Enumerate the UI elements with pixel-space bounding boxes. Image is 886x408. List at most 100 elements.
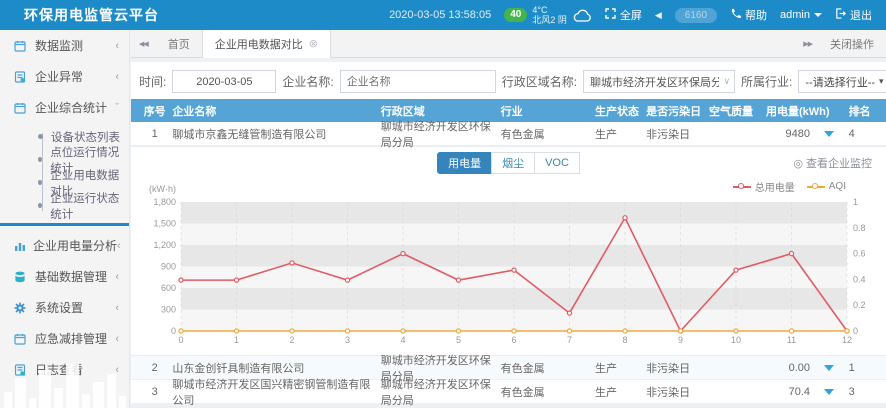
username-label: admin xyxy=(780,9,810,21)
tab-power-data-compare[interactable]: 企业用电数据对比 ⊗ xyxy=(202,30,331,58)
select-arrow-icon: ▾ xyxy=(879,76,884,87)
sidebar-item-company-abnormal[interactable]: 企业异常 ‹ xyxy=(0,61,129,92)
sidebar-submenu: 设备状态列表 点位运行情况统计 企业用电数据对比 企业运行状态统计 xyxy=(0,123,129,226)
col-header: 是否污染日 xyxy=(646,103,709,119)
app-title: 环保用电监管云平台 xyxy=(0,5,159,25)
chart-legend: 总用电量 AQI xyxy=(733,179,876,194)
chevron-left-icon: ‹ xyxy=(115,333,119,345)
tab-close-icon[interactable]: ⊗ xyxy=(309,37,318,50)
monitor-icon: ◎ xyxy=(793,157,803,170)
legend-item[interactable]: AQI xyxy=(807,181,846,192)
region-select-value: 聊城市经济开发区环保局分局 xyxy=(590,74,719,90)
cell-company-name: 聊城市经济开发区国兴精密钢管制造有限公司 xyxy=(172,376,380,408)
usage-chart: (kW·h) 总用电量AQI 03006009001,2001,5001,800… xyxy=(131,179,886,353)
bullet-dot-icon xyxy=(38,203,42,208)
svg-text:0.4: 0.4 xyxy=(853,274,866,284)
cell-pollution-day: 非污染日 xyxy=(646,384,709,400)
calendar-icon xyxy=(14,102,28,114)
expand-row-triangle-icon[interactable] xyxy=(824,389,834,395)
cell-pollution-day: 非污染日 xyxy=(646,126,709,142)
svg-text:6: 6 xyxy=(511,335,516,345)
svg-text:1,500: 1,500 xyxy=(153,219,176,229)
svg-text:9: 9 xyxy=(678,335,683,345)
svg-text:0: 0 xyxy=(171,326,176,336)
tab-label: 企业用电数据对比 xyxy=(215,36,303,52)
expand-row-triangle-icon[interactable] xyxy=(824,365,834,371)
col-header: 行政区域 xyxy=(381,103,501,119)
logout-icon xyxy=(835,8,846,22)
chart-tab-voc[interactable]: VOC xyxy=(534,152,580,174)
power-value: 0.00 xyxy=(766,362,810,374)
svg-text:0.2: 0.2 xyxy=(853,300,866,310)
sidebar-item-system-settings[interactable]: 系统设置 ‹ xyxy=(0,292,129,323)
time-filter-label: 时间: xyxy=(139,73,166,90)
cell-industry: 有色金属 xyxy=(501,384,595,400)
bullet-dot-icon xyxy=(38,157,42,162)
chevron-left-icon: ‹ xyxy=(115,40,119,52)
sidebar-item-base-data[interactable]: 基础数据管理 ‹ xyxy=(0,261,129,292)
fullscreen-button[interactable]: 全屏 xyxy=(605,7,642,23)
cell-company-name: 聊城市京鑫无缝管制造有限公司 xyxy=(172,126,380,142)
sidebar-item-label: 企业异常 xyxy=(35,68,115,85)
sidebar-item-label: 系统设置 xyxy=(35,299,115,316)
company-name-input[interactable] xyxy=(340,70,496,93)
industry-select[interactable]: --请选择行业-- ▾ xyxy=(798,70,886,93)
cell-pollution-day: 非污染日 xyxy=(646,360,709,376)
alarm-count-badge[interactable]: 6160 xyxy=(675,8,717,23)
svg-text:1: 1 xyxy=(853,197,858,207)
help-button[interactable]: 帮助 xyxy=(730,7,767,23)
filter-bar: 时间: 企业名称: 行政区域名称: 聊城市经济开发区环保局分局 ∨ 所属行业: … xyxy=(131,62,886,99)
legend-marker-icon xyxy=(807,183,825,191)
expand-row-triangle-icon[interactable] xyxy=(824,131,834,137)
workspace-tab-bar: ◀◀ 首页 企业用电数据对比 ⊗ ▶▶ 关闭操作 xyxy=(131,30,886,58)
svg-text:8: 8 xyxy=(622,335,627,345)
sidebar-item-label: 数据监测 xyxy=(35,37,115,54)
sidebar-item-label: 企业用电量分析 xyxy=(33,237,117,254)
legend-item[interactable]: 总用电量 xyxy=(733,179,795,194)
report-icon xyxy=(14,71,28,83)
tabs-scroll-right-icon[interactable]: ▶▶ xyxy=(795,40,820,48)
col-header: 行业 xyxy=(501,103,595,119)
svg-text:11: 11 xyxy=(787,335,796,345)
sidebar-item-data-monitor[interactable]: 数据监测 ‹ xyxy=(0,30,129,61)
cell-status: 生产 xyxy=(595,360,646,376)
svg-text:12: 12 xyxy=(842,335,852,345)
sidebar-item-emergency-reduction[interactable]: 应急减排管理 ‹ xyxy=(0,323,129,354)
chevron-down-icon: ∨ xyxy=(723,76,730,87)
cell-status: 生产 xyxy=(595,384,646,400)
col-header: 序号 xyxy=(137,103,172,119)
chart-tab-power[interactable]: 用电量 xyxy=(437,152,492,174)
chart-tab-label: VOC xyxy=(545,157,569,169)
sidebar-item-company-stats[interactable]: 企业综合统计 ˇ xyxy=(0,92,129,123)
user-menu[interactable]: admin xyxy=(780,9,822,21)
chart-tab-label: 用电量 xyxy=(448,155,481,171)
tab-home[interactable]: 首页 xyxy=(156,30,202,58)
sidebar-item-power-analysis[interactable]: 企业用电量分析 ‹ xyxy=(0,230,129,261)
svg-text:10: 10 xyxy=(731,335,741,345)
close-operations-button[interactable]: 关闭操作 xyxy=(830,36,874,52)
cell-company-name: 山东金创钎具制造有限公司 xyxy=(172,360,380,376)
cell-industry: 有色金属 xyxy=(501,126,595,142)
table-row: 1 聊城市京鑫无缝管制造有限公司 聊城市经济开发区环保局分局 有色金属 生产 非… xyxy=(131,122,886,146)
sidebar-item-running-state-stats[interactable]: 企业运行状态统计 xyxy=(0,194,129,217)
cell-power: 9480 xyxy=(766,128,849,140)
time-input[interactable] xyxy=(172,70,276,93)
power-value: 9480 xyxy=(766,128,810,140)
monitor-link-label: 查看企业监控 xyxy=(806,155,872,171)
col-header: 用电量(kWh) xyxy=(766,103,849,119)
view-monitor-link[interactable]: ◎ 查看企业监控 xyxy=(793,155,872,171)
tabs-scroll-left-icon[interactable]: ◀◀ xyxy=(131,40,156,48)
sidebar-item-label: 应急减排管理 xyxy=(35,330,115,347)
speaker-muted-icon[interactable]: ◀ xyxy=(655,10,662,21)
logout-button[interactable]: 退出 xyxy=(835,7,872,23)
header-datetime: 2020-03-05 13:58:05 xyxy=(389,9,491,21)
region-select[interactable]: 聊城市经济开发区环保局分局 ∨ xyxy=(583,70,735,93)
sidebar-item-label: 企业综合统计 xyxy=(35,99,115,116)
fullscreen-icon xyxy=(605,8,616,22)
cell-status: 生产 xyxy=(595,126,646,142)
cell-rank: 3 xyxy=(849,386,880,398)
cell-index: 1 xyxy=(137,128,172,140)
gear-icon xyxy=(14,302,28,314)
chart-tab-smoke[interactable]: 烟尘 xyxy=(491,152,535,174)
chevron-left-icon: ‹ xyxy=(115,71,119,83)
